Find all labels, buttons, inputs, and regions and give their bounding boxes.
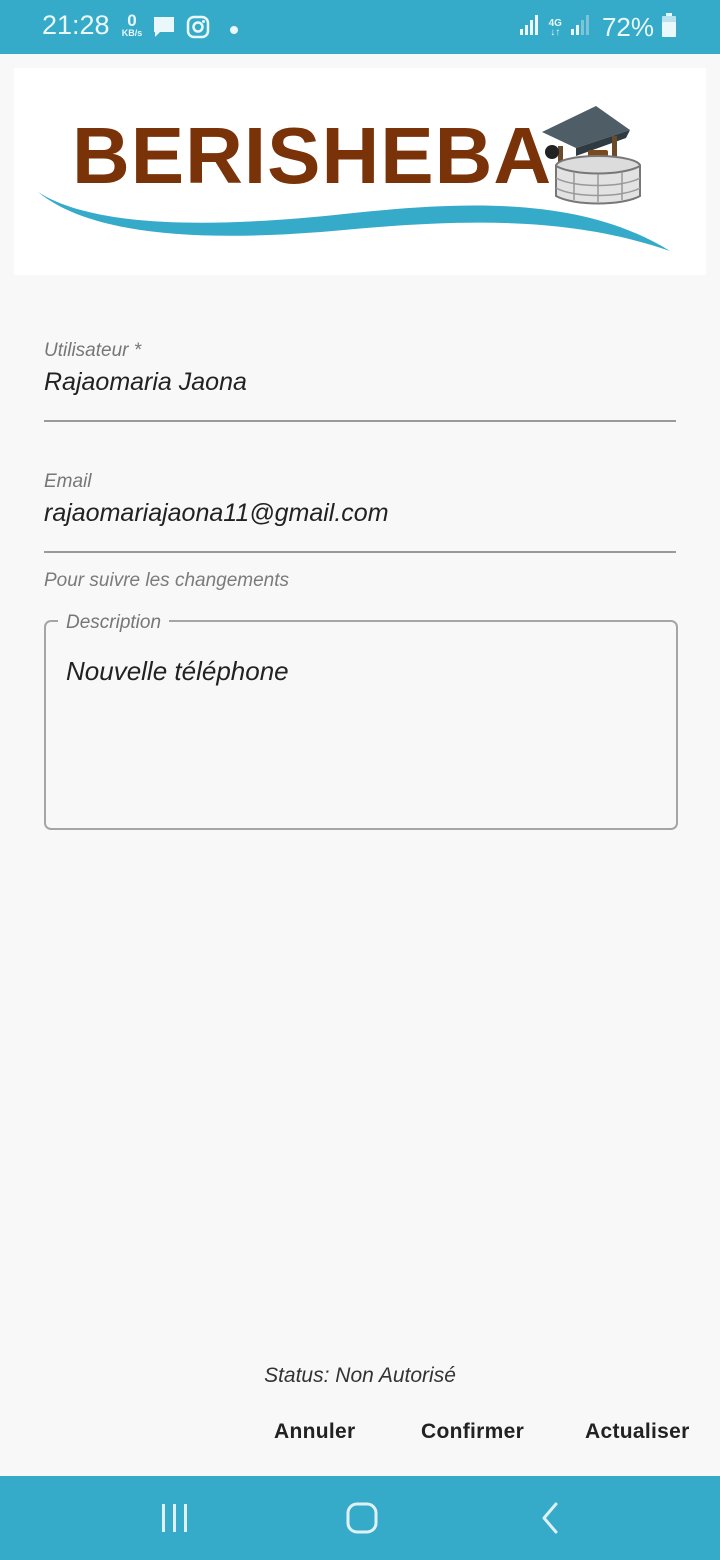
battery-percent: 72% — [601, 12, 654, 42]
email-helper-text: Pour suivre les changements — [44, 570, 290, 591]
description-textarea[interactable] — [44, 620, 678, 830]
net-speed-unit: KB/s — [121, 28, 143, 38]
description-label: Description — [58, 612, 170, 634]
navigation-bar — [0, 1476, 720, 1560]
logo-banner: BERISHEBA — [14, 68, 706, 275]
status-bar: 21:28 0 KB/s 4G ↓↑ 72% — [0, 0, 720, 54]
wishing-well-icon — [542, 106, 641, 205]
network-type: 4G — [548, 17, 562, 29]
user-field-underline — [44, 420, 676, 422]
recent-apps-icon[interactable] — [158, 1502, 192, 1539]
status-time: 21:28 — [42, 10, 110, 40]
instagram-icon — [186, 15, 210, 44]
user-field[interactable]: Utilisateur * Rajaomaria Jaona — [44, 340, 676, 397]
back-icon[interactable] — [536, 1500, 564, 1541]
confirm-button[interactable]: Confirmer — [421, 1420, 524, 1444]
4g-icon: 4G ↓↑ — [548, 17, 562, 38]
email-field-underline — [44, 551, 676, 553]
email-field[interactable]: Email rajaomariajaona11@gmail.com — [44, 471, 676, 528]
status-text: Status: Non Autorisé — [264, 1364, 456, 1387]
notification-dot-icon — [230, 25, 238, 34]
net-speed-value: 0 — [127, 11, 137, 30]
signal-icon — [519, 14, 541, 41]
chat-bubble-icon — [152, 15, 176, 44]
signal-weak-icon — [570, 14, 592, 41]
email-field-label: Email — [44, 471, 92, 492]
refresh-button[interactable]: Actualiser — [585, 1420, 690, 1444]
battery-icon — [662, 13, 676, 42]
email-field-value[interactable]: rajaomariajaona11@gmail.com — [44, 499, 676, 528]
user-field-label: Utilisateur * — [44, 340, 142, 361]
description-value[interactable]: Nouvelle téléphone — [66, 656, 289, 687]
net-speed: 0 KB/s — [118, 12, 146, 38]
home-icon[interactable] — [344, 1500, 380, 1541]
user-field-value[interactable]: Rajaomaria Jaona — [44, 368, 676, 397]
cancel-button[interactable]: Annuler — [274, 1420, 355, 1444]
